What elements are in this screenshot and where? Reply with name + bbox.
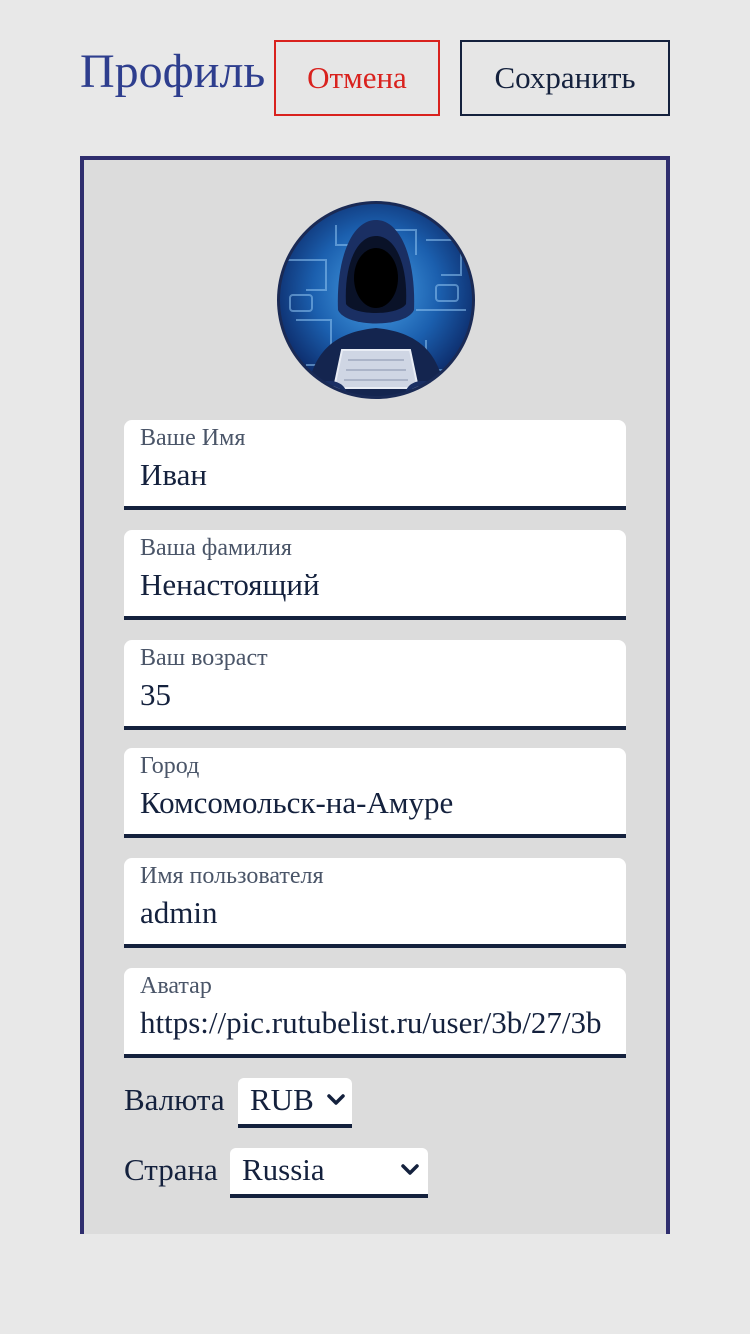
first-name-label: Ваше Имя — [140, 425, 246, 451]
country-select[interactable]: Russia — [230, 1148, 428, 1198]
save-button[interactable]: Сохранить — [460, 40, 670, 116]
profile-card: Ваше Имя Иван Ваша фамилия Ненастоящий В… — [80, 156, 670, 1234]
last-name-input[interactable]: Ненастоящий — [140, 566, 610, 604]
hacker-avatar-icon — [277, 201, 475, 399]
country-value: Russia — [242, 1152, 325, 1187]
avatar[interactable] — [276, 200, 476, 400]
currency-select[interactable]: RUB — [238, 1078, 352, 1128]
username-field[interactable]: Имя пользователя admin — [124, 858, 626, 948]
age-field[interactable]: Ваш возраст 35 — [124, 640, 626, 730]
city-label: Город — [140, 753, 200, 779]
country-label: Страна — [124, 1152, 218, 1187]
avatar-url-field[interactable]: Аватар https://pic.rutubelist.ru/user/3b… — [124, 968, 626, 1058]
first-name-input[interactable]: Иван — [140, 456, 610, 494]
currency-row: Валюта RUB — [124, 1078, 424, 1128]
page-title: Профиль — [80, 45, 266, 98]
chevron-down-icon — [401, 1164, 419, 1175]
username-label: Имя пользователя — [140, 863, 324, 889]
avatar-url-input[interactable]: https://pic.rutubelist.ru/user/3b/27/3b — [140, 1004, 610, 1042]
last-name-label: Ваша фамилия — [140, 535, 292, 561]
cancel-button[interactable]: Отмена — [274, 40, 440, 116]
city-field[interactable]: Город Комсомольск-на-Амуре — [124, 748, 626, 838]
country-row: Страна Russia — [124, 1148, 444, 1198]
header: Профиль Отмена Сохранить — [80, 40, 670, 116]
avatar-url-label: Аватар — [140, 973, 212, 999]
age-input[interactable]: 35 — [140, 676, 610, 714]
username-input[interactable]: admin — [140, 894, 610, 932]
last-name-field[interactable]: Ваша фамилия Ненастоящий — [124, 530, 626, 620]
currency-label: Валюта — [124, 1082, 225, 1117]
currency-value: RUB — [250, 1082, 314, 1117]
chevron-down-icon — [327, 1094, 345, 1105]
age-label: Ваш возраст — [140, 645, 268, 671]
city-input[interactable]: Комсомольск-на-Амуре — [140, 784, 610, 822]
first-name-field[interactable]: Ваше Имя Иван — [124, 420, 626, 510]
